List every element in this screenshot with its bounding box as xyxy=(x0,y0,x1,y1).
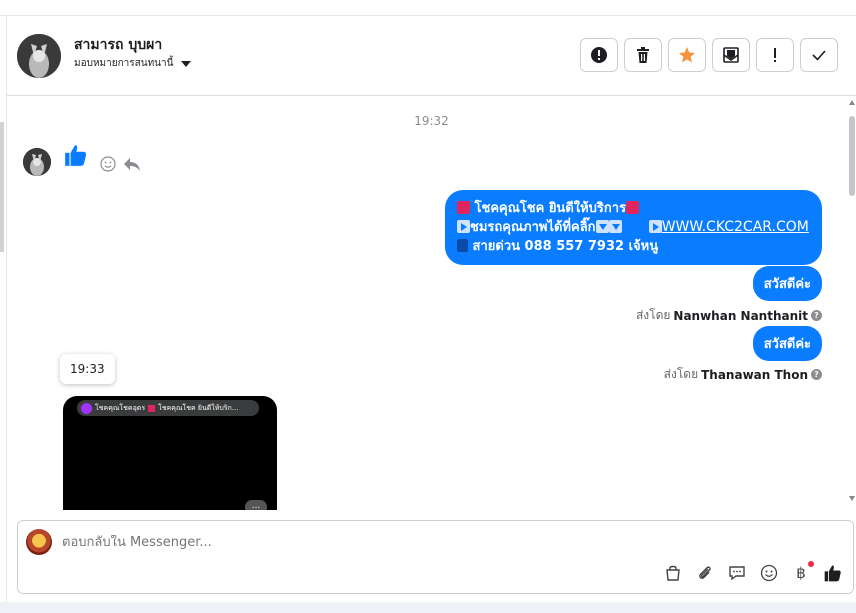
video-snippet: โชคคุณโชค ยินดีให้บริก... xyxy=(158,403,239,412)
message-timestamp: 19:32 xyxy=(414,114,449,128)
thumbs-up-icon xyxy=(63,142,89,172)
promo-line-1: โชคคุณโชค ยินดีให้บริการ xyxy=(474,201,627,216)
red-square-emoji-icon xyxy=(626,201,640,214)
exclamation-icon xyxy=(774,48,776,62)
phone-emoji-icon xyxy=(457,239,468,252)
assign-label: มอบหมายการสนทนานี้ xyxy=(74,58,174,69)
contact-avatar[interactable] xyxy=(17,34,61,78)
scrollbar[interactable] xyxy=(848,96,856,510)
scrollbar-thumb[interactable] xyxy=(849,116,855,196)
red-square-emoji-icon xyxy=(457,201,470,214)
help-icon[interactable]: ? xyxy=(811,310,822,321)
done-button[interactable] xyxy=(800,38,838,72)
more-options-button[interactable]: ... xyxy=(245,500,267,510)
outgoing-message-promo[interactable]: โชคคุณโชค ยินดีให้บริการ ชมรถคุณภาพได้ที… xyxy=(445,190,822,265)
website-link[interactable]: WWW.CKC2CAR.COM xyxy=(662,219,809,235)
mark-unread-button[interactable] xyxy=(712,38,750,72)
timestamp-tooltip: 19:33 xyxy=(60,354,115,384)
message-list[interactable]: 19:32 โชคคุณโชค ยินดีให้บริการ ชมรถคุณภา… xyxy=(7,96,856,510)
video-attachment[interactable]: โชคคุณโชคอุดร โชคคุณโชค ยินดีให้บริก... … xyxy=(63,396,277,510)
notification-dot xyxy=(808,561,814,567)
assign-conversation-dropdown[interactable]: มอบหมายการสนทนานี้ xyxy=(74,56,192,71)
sender-name: Nanwhan Nanthanit xyxy=(673,308,808,323)
top-border xyxy=(0,0,856,16)
down-arrow-emoji-icon xyxy=(608,220,622,233)
messenger-logo-icon xyxy=(81,402,92,414)
like-icon[interactable] xyxy=(823,563,843,583)
mail-icon xyxy=(723,47,739,63)
messenger-window: สามารถ บุบผา มอบหมายการสนทนานี้ 19:32 โช… xyxy=(0,0,856,613)
caret-down-icon xyxy=(181,60,192,67)
promo-line-3: สายด่วน 088 557 7932 เจ้หนู xyxy=(472,239,659,254)
header-actions xyxy=(580,38,838,72)
alert-circle-icon xyxy=(591,47,607,63)
outgoing-message[interactable]: สวัสดีค่ะ xyxy=(752,266,822,301)
scroll-up-icon[interactable] xyxy=(849,100,855,105)
left-sidebar-edge xyxy=(0,16,7,613)
play-button-emoji-icon xyxy=(648,220,662,233)
bag-icon[interactable] xyxy=(663,563,683,583)
contact-avatar-small xyxy=(23,148,51,176)
conversation-header: สามารถ บุบผา มอบหมายการสนทนานี้ xyxy=(7,16,856,96)
baht-icon[interactable]: ฿ xyxy=(791,561,814,583)
star-button[interactable] xyxy=(668,38,706,72)
composer-tools: ฿ xyxy=(663,561,843,583)
emoji-icon[interactable] xyxy=(759,563,779,583)
sent-by-label: ส่งโดย Thanawan Thon ? xyxy=(664,365,822,384)
follow-up-button[interactable] xyxy=(756,38,794,72)
delete-button[interactable] xyxy=(624,38,662,72)
video-title: โชคคุณโชคอุดร xyxy=(95,403,146,412)
contact-name[interactable]: สามารถ บุบผา xyxy=(74,34,162,56)
reply-composer: ฿ xyxy=(17,520,854,594)
bottom-band xyxy=(0,602,856,613)
trash-icon xyxy=(637,47,649,63)
sent-by-label: ส่งโดย Nanwhan Nanthanit ? xyxy=(636,306,822,325)
reply-icon[interactable] xyxy=(123,156,141,176)
check-icon xyxy=(812,50,826,61)
video-preview-bar: โชคคุณโชคอุดร โชคคุณโชค ยินดีให้บริก... xyxy=(77,400,259,416)
down-arrow-emoji-icon xyxy=(595,220,609,233)
page-avatar xyxy=(26,529,52,555)
reply-input[interactable] xyxy=(62,535,662,550)
react-emoji-icon[interactable] xyxy=(100,156,116,176)
scroll-down-icon[interactable] xyxy=(849,496,855,501)
promo-line-2: ชมรถคุณภาพได้ที่คลิ๊ก xyxy=(470,220,596,235)
red-square-emoji-icon xyxy=(148,404,156,412)
outgoing-message[interactable]: สวัสดีค่ะ xyxy=(752,326,822,361)
attachment-icon[interactable] xyxy=(695,563,715,583)
play-button-emoji-icon xyxy=(457,220,470,233)
sender-name: Thanawan Thon xyxy=(701,367,808,382)
spam-button[interactable] xyxy=(580,38,618,72)
comment-icon[interactable] xyxy=(727,563,747,583)
help-icon[interactable]: ? xyxy=(811,369,822,380)
star-icon xyxy=(679,47,695,63)
